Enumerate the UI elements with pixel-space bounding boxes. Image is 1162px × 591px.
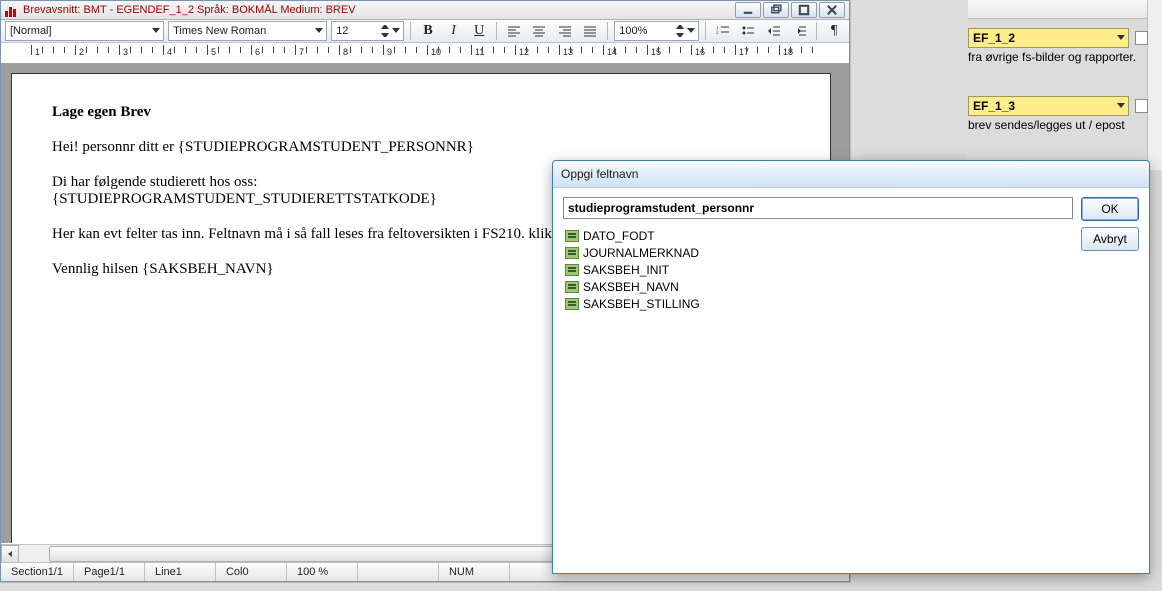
doc-heading: Lage egen Brev [52, 104, 790, 121]
align-right-button[interactable] [554, 21, 576, 41]
side-dropdown-2[interactable]: EF_1_3 [968, 96, 1129, 116]
side-text-2: brev sendes/legges ut / epost [968, 118, 1148, 132]
title-bar[interactable]: Brevavsnitt: BMT - EGENDEF_1_2 Språk: BO… [1, 1, 849, 20]
outdent-button[interactable] [763, 21, 785, 41]
field-icon [565, 298, 579, 310]
side-dropdown-2-value: EF_1_3 [973, 99, 1015, 113]
doc-paragraph-1: Hei! personnr ditt er {STUDIEPROGRAMSTUD… [52, 139, 790, 156]
italic-button[interactable]: I [443, 21, 465, 41]
status-line: Line1 [145, 563, 216, 581]
ok-button[interactable]: OK [1081, 197, 1139, 221]
horizontal-ruler[interactable]: 123456789101112131415161718 [1, 43, 849, 64]
side-dropdown-1[interactable]: EF_1_2 [968, 28, 1129, 48]
side-row-1: EF_1_2 fra øvrige fs-bilder og rapporter… [968, 28, 1148, 64]
dialog-title[interactable]: Oppgi feltnavn [553, 161, 1149, 188]
align-left-button[interactable] [503, 21, 525, 41]
app-icon [5, 3, 19, 17]
svg-text:2: 2 [716, 31, 719, 36]
field-list-item[interactable]: SAKSBEH_INIT [563, 261, 853, 278]
font-combo[interactable]: Times New Roman [168, 21, 327, 41]
side-checkbox-2[interactable] [1135, 99, 1148, 113]
formatting-toolbar: [Normal] Times New Roman 12 B I U 100% 1… [1, 20, 849, 43]
side-scrollbar[interactable] [1147, 0, 1162, 170]
bold-button[interactable]: B [417, 21, 439, 41]
close-button[interactable] [819, 2, 845, 18]
maximize-button[interactable] [791, 2, 817, 18]
field-list-item[interactable]: SAKSBEH_NAVN [563, 278, 853, 295]
status-col: Col0 [216, 563, 287, 581]
side-row-2: EF_1_3 brev sendes/legges ut / epost [968, 96, 1148, 132]
field-list-item[interactable]: DATO_FODT [563, 227, 853, 244]
status-section: Section1/1 [1, 563, 74, 581]
field-list-label: SAKSBEH_STILLING [583, 297, 700, 311]
status-zoom: 100 % [287, 563, 358, 581]
field-icon [565, 247, 579, 259]
style-combo[interactable]: [Normal] [5, 21, 164, 41]
status-page: Page1/1 [74, 563, 145, 581]
align-justify-button[interactable] [580, 21, 602, 41]
font-size-combo[interactable]: 12 [331, 21, 404, 41]
field-name-input[interactable] [563, 197, 1073, 219]
side-checkbox-1[interactable] [1135, 31, 1148, 45]
zoom-combo[interactable]: 100% [614, 21, 699, 41]
cancel-button[interactable]: Avbryt [1081, 227, 1139, 251]
field-icon [565, 264, 579, 276]
field-list-item[interactable]: JOURNALMERKNAD [563, 244, 853, 261]
scroll-left-button[interactable] [1, 545, 19, 563]
restore-button[interactable] [763, 2, 789, 18]
numbered-list-button[interactable]: 12 [712, 21, 734, 41]
underline-button[interactable]: U [468, 21, 490, 41]
indent-button[interactable] [789, 21, 811, 41]
align-center-button[interactable] [529, 21, 551, 41]
bullet-list-button[interactable] [738, 21, 760, 41]
show-formatting-button[interactable]: ¶ [823, 21, 845, 41]
status-mode: NUM [439, 563, 510, 581]
side-panel-top [968, 0, 1148, 19]
side-text-1: fra øvrige fs-bilder og rapporter. [968, 50, 1148, 64]
field-list-label: SAKSBEH_INIT [583, 263, 669, 277]
window-title: Brevavsnitt: BMT - EGENDEF_1_2 Språk: BO… [23, 4, 735, 16]
field-list-label: JOURNALMERKNAD [583, 246, 699, 260]
field-icon [565, 281, 579, 293]
field-list-label: DATO_FODT [583, 229, 655, 243]
field-list-label: SAKSBEH_NAVN [583, 280, 679, 294]
field-list[interactable]: DATO_FODT JOURNALMERKNAD SAKSBEH_INIT SAKSB… [563, 227, 853, 563]
field-list-item[interactable]: SAKSBEH_STILLING [563, 295, 853, 312]
field-name-dialog: Oppgi feltnavn OK Avbryt DATO_FODT JOURNA… [552, 160, 1150, 574]
side-dropdown-1-value: EF_1_2 [973, 31, 1015, 45]
field-icon [565, 230, 579, 242]
minimize-button[interactable] [735, 2, 761, 18]
